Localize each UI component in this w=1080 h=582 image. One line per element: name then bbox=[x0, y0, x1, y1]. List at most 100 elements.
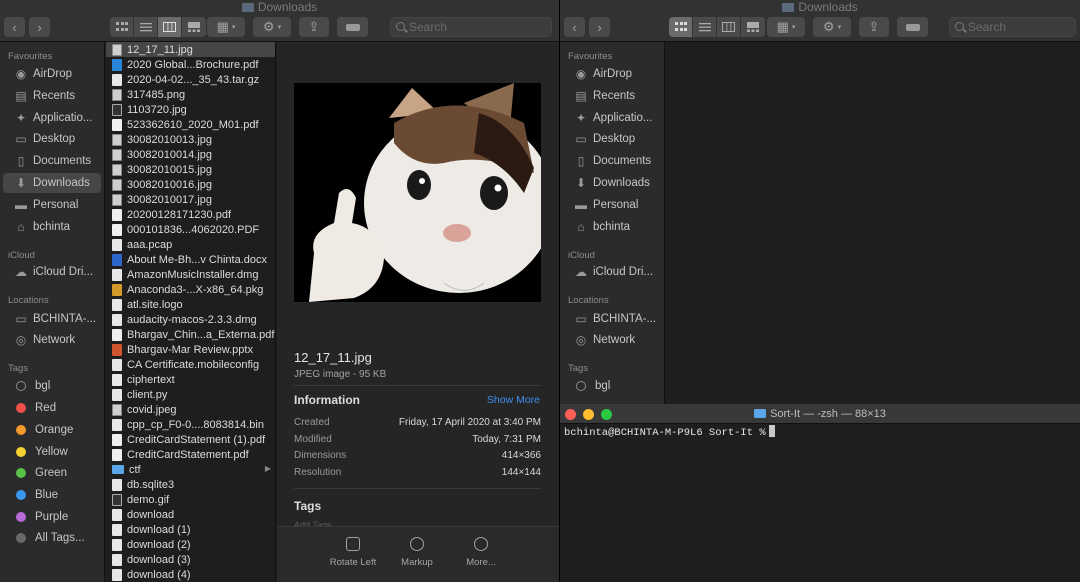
file-row[interactable]: download bbox=[106, 507, 275, 522]
sidebar-tag-green[interactable]: Green bbox=[3, 463, 101, 483]
list-view-button[interactable] bbox=[134, 17, 158, 37]
share-button[interactable]: ⇪ bbox=[859, 17, 889, 37]
sidebar-item-computer[interactable]: ▭ BCHINTA-... bbox=[563, 309, 661, 329]
file-row[interactable]: 523362610_2020_M01.pdf bbox=[106, 117, 275, 132]
file-row[interactable]: download (1) bbox=[106, 522, 275, 537]
sidebar-item-applications[interactable]: ✦ Applicatio... bbox=[3, 108, 101, 128]
share-button[interactable]: ⇪ bbox=[299, 17, 329, 37]
sidebar-tag-blue[interactable]: Blue bbox=[3, 485, 101, 505]
file-row[interactable]: Bhargav-Mar Review.pptx bbox=[106, 342, 275, 357]
file-row[interactable]: 30082010016.jpg bbox=[106, 177, 275, 192]
edit-tags-button[interactable] bbox=[337, 17, 368, 37]
icon-view-button[interactable] bbox=[110, 17, 134, 37]
sidebar-tag-yellow[interactable]: Yellow bbox=[3, 442, 101, 462]
file-row[interactable]: 2020 Global...Brochure.pdf bbox=[106, 57, 275, 72]
file-row[interactable]: aaa.pcap bbox=[106, 237, 275, 252]
file-row[interactable]: 12_17_11.jpg bbox=[106, 42, 275, 57]
sidebar-tag-orange[interactable]: Orange bbox=[3, 420, 101, 440]
sidebar-item-applications[interactable]: ✦ Applicatio... bbox=[563, 108, 661, 128]
airdrop-icon: ◉ bbox=[575, 67, 587, 81]
sidebar-item-desktop[interactable]: ▭ Desktop bbox=[3, 129, 101, 149]
tag-icon bbox=[905, 23, 920, 31]
sidebar-tag-bgl[interactable]: bgl bbox=[563, 376, 661, 396]
file-row[interactable]: 000101836...4062020.PDF bbox=[106, 222, 275, 237]
sidebar-all-tags[interactable]: All Tags... bbox=[3, 528, 101, 548]
file-row[interactable]: cpp_cp_F0-0....8083814.bin bbox=[106, 417, 275, 432]
column-view-button[interactable] bbox=[158, 17, 182, 37]
sidebar-item-airdrop[interactable]: ◉ AirDrop bbox=[3, 64, 101, 84]
sidebar-item-home[interactable]: ⌂ bchinta bbox=[563, 217, 661, 237]
file-row[interactable]: 1103720.jpg bbox=[106, 102, 275, 117]
file-row[interactable]: download (4) bbox=[106, 567, 275, 582]
gallery-view-button[interactable] bbox=[182, 17, 206, 37]
sidebar-item-airdrop[interactable]: ◉ AirDrop bbox=[563, 64, 661, 84]
show-more-link[interactable]: Show More bbox=[487, 394, 540, 406]
sidebar-item-downloads[interactable]: ⬇ Downloads bbox=[3, 173, 101, 193]
file-row[interactable]: download (3) bbox=[106, 552, 275, 567]
file-row[interactable]: client.py bbox=[106, 387, 275, 402]
back-button[interactable]: ‹ bbox=[564, 17, 585, 37]
file-row[interactable]: covid.jpeg bbox=[106, 402, 275, 417]
sidebar-item-recents[interactable]: ▤ Recents bbox=[563, 86, 661, 106]
file-row[interactable]: download (2) bbox=[106, 537, 275, 552]
forward-button[interactable]: › bbox=[589, 17, 610, 37]
column-view-button[interactable] bbox=[717, 17, 741, 37]
group-by-button[interactable]: ▦ ▾ bbox=[767, 17, 805, 37]
sidebar-item-recents[interactable]: ▤ Recents bbox=[3, 86, 101, 106]
file-row[interactable]: ciphertext bbox=[106, 372, 275, 387]
file-row[interactable]: 20200128171230.pdf bbox=[106, 207, 275, 222]
sidebar-item-downloads[interactable]: ⬇ Downloads bbox=[563, 173, 661, 193]
group-by-button[interactable]: ▦ ▾ bbox=[207, 17, 245, 37]
network-icon: ◎ bbox=[15, 333, 27, 347]
sidebar-item-network[interactable]: ◎ Network bbox=[3, 330, 101, 350]
sidebar-item-network[interactable]: ◎ Network bbox=[563, 330, 661, 350]
sidebar-item-documents[interactable]: ▯ Documents bbox=[563, 151, 661, 171]
sidebar-tag-bgl[interactable]: bgl bbox=[3, 376, 101, 396]
sidebar-item-personal[interactable]: ▬ Personal bbox=[563, 195, 661, 215]
terminal-window[interactable]: Sort-It — -zsh — 88×13 bchinta@BCHINTA-M… bbox=[560, 404, 1080, 582]
back-button[interactable]: ‹ bbox=[4, 17, 25, 37]
action-menu-button[interactable]: ⚙ ▾ bbox=[813, 17, 851, 37]
tag-dot-icon bbox=[576, 381, 586, 391]
file-row[interactable]: Anaconda3-...X-x86_64.pkg bbox=[106, 282, 275, 297]
markup-button[interactable]: Markup bbox=[387, 537, 447, 568]
more-icon bbox=[474, 537, 488, 551]
file-row[interactable]: 30082010015.jpg bbox=[106, 162, 275, 177]
file-row[interactable]: 30082010013.jpg bbox=[106, 132, 275, 147]
file-row[interactable]: CreditCardStatement.pdf bbox=[106, 447, 275, 462]
file-row[interactable]: ctf ▶ bbox=[106, 462, 275, 477]
sidebar-item-documents[interactable]: ▯ Documents bbox=[3, 151, 101, 171]
search-field[interactable]: Search bbox=[390, 17, 552, 37]
action-menu-button[interactable]: ⚙ ▾ bbox=[253, 17, 291, 37]
edit-tags-button[interactable] bbox=[897, 17, 928, 37]
file-row[interactable]: db.sqlite3 bbox=[106, 477, 275, 492]
file-row[interactable]: demo.gif bbox=[106, 492, 275, 507]
file-row[interactable]: AmazonMusicInstaller.dmg bbox=[106, 267, 275, 282]
file-row[interactable]: audacity-macos-2.3.3.dmg bbox=[106, 312, 275, 327]
file-row[interactable]: About Me-Bh...v Chinta.docx bbox=[106, 252, 275, 267]
sidebar-tag-purple[interactable]: Purple bbox=[3, 507, 101, 527]
forward-button[interactable]: › bbox=[29, 17, 50, 37]
rotate-left-button[interactable]: Rotate Left bbox=[323, 537, 383, 568]
file-row[interactable]: atl.site.logo bbox=[106, 297, 275, 312]
chevron-down-icon: ▾ bbox=[277, 24, 282, 31]
gallery-view-button[interactable] bbox=[741, 17, 765, 37]
list-view-button[interactable] bbox=[693, 17, 717, 37]
file-row[interactable]: 30082010014.jpg bbox=[106, 147, 275, 162]
sidebar-item-home[interactable]: ⌂ bchinta bbox=[3, 217, 101, 237]
file-row[interactable]: CreditCardStatement (1).pdf bbox=[106, 432, 275, 447]
search-field[interactable]: Search bbox=[949, 17, 1076, 37]
file-row[interactable]: 2020-04-02..._35_43.tar.gz bbox=[106, 72, 275, 87]
sidebar-item-personal[interactable]: ▬ Personal bbox=[3, 195, 101, 215]
file-row[interactable]: 317485.png bbox=[106, 87, 275, 102]
sidebar-item-desktop[interactable]: ▭ Desktop bbox=[563, 129, 661, 149]
sidebar-item-icloud-drive[interactable]: ☁ iCloud Dri... bbox=[3, 262, 101, 282]
file-row[interactable]: CA Certificate.mobileconfig bbox=[106, 357, 275, 372]
icon-view-button[interactable] bbox=[669, 17, 693, 37]
file-row[interactable]: 30082010017.jpg bbox=[106, 192, 275, 207]
more-button[interactable]: More... bbox=[451, 537, 511, 568]
sidebar-tag-red[interactable]: Red bbox=[3, 398, 101, 418]
sidebar-item-icloud-drive[interactable]: ☁ iCloud Dri... bbox=[563, 262, 661, 282]
file-row[interactable]: Bhargav_Chin...a_Externa.pdf bbox=[106, 327, 275, 342]
sidebar-item-computer[interactable]: ▭ BCHINTA-... bbox=[3, 309, 101, 329]
